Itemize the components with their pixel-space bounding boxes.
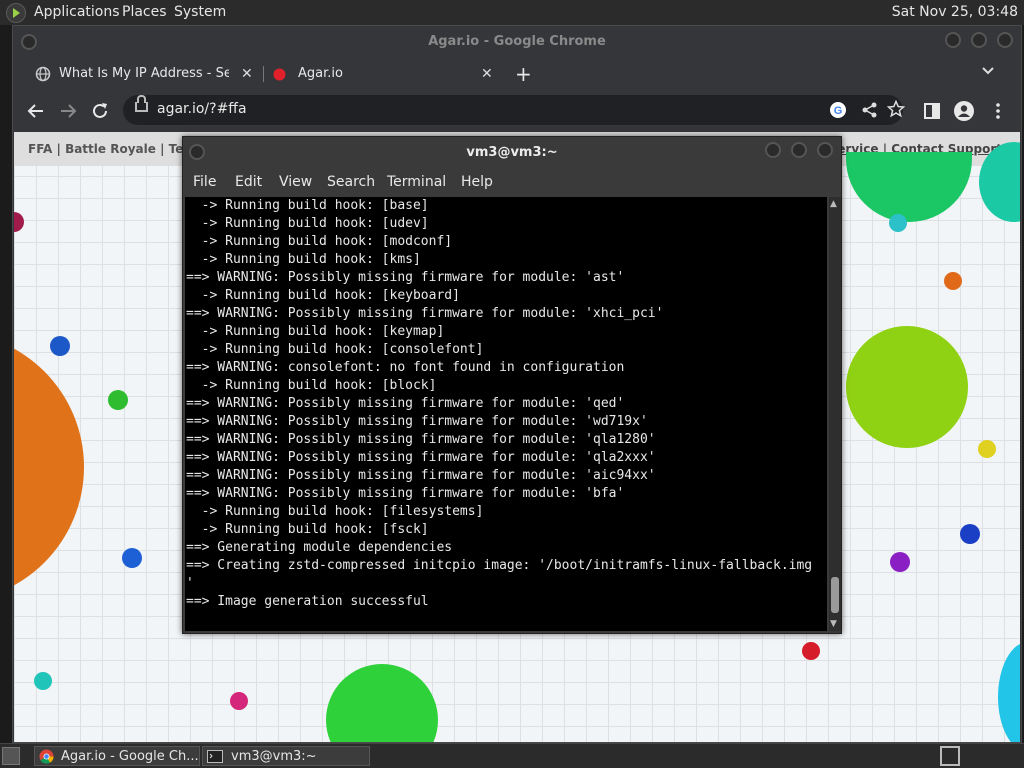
tab-search-chevron-icon[interactable] [981,66,995,76]
terminal-close-button[interactable] [817,142,833,158]
terminal-menu-bar: File Edit View Search Terminal Help [183,169,841,197]
share-icon[interactable] [861,101,879,119]
window-menu-button[interactable] [21,34,37,50]
taskbar-chrome[interactable]: Agar.io - Google Ch... [34,746,200,766]
terminal-icon [207,750,223,763]
show-desktop-icon[interactable] [2,747,20,765]
menu-terminal[interactable]: Terminal [387,174,446,190]
scrollbar-thumb[interactable] [831,577,839,613]
mode-battle-royale-link[interactable]: Battle Royale [65,142,156,156]
more-menu-icon[interactable] [987,100,1009,122]
pellet [50,336,70,356]
agar-favicon-icon [273,68,286,81]
terminal-output[interactable]: -> Running build hook: [base] -> Running… [185,197,827,631]
taskbar-terminal[interactable]: vm3@vm3:~ [202,746,370,766]
pellet [230,692,248,710]
pellet [122,548,142,568]
terminal-window-menu-button[interactable] [189,144,205,160]
gnome-logo-icon[interactable] [6,3,26,23]
pellet [944,272,962,290]
close-tab-icon[interactable]: ✕ [481,60,493,88]
player-cell [14,332,84,602]
url-text[interactable]: agar.io/?#ffa [157,101,247,117]
terminal-window: vm3@vm3:~ File Edit View Search Terminal… [182,136,842,634]
bottom-taskbar: Agar.io - Google Ch... vm3@vm3:~ [0,743,1024,768]
agar-mode-links: FFA | Battle Royale | Team [28,142,204,156]
menu-edit[interactable]: Edit [235,174,262,190]
pellet [890,552,910,572]
google-lens-icon[interactable]: G [829,101,847,119]
back-icon[interactable] [25,100,47,122]
new-tab-icon[interactable]: + [515,62,532,86]
applications-menu[interactable]: Applications [34,4,120,20]
svg-text:G: G [834,105,843,117]
menu-help[interactable]: Help [461,174,493,190]
pellet [108,390,128,410]
terminal-text: -> Running build hook: [base] -> Running… [186,198,813,609]
menu-search[interactable]: Search [327,174,375,190]
minimize-button[interactable] [945,32,961,48]
taskbar-label: Agar.io - Google Ch... [61,749,199,764]
scroll-up-arrow-icon[interactable]: ▲ [830,199,837,209]
chrome-logo-icon [39,749,54,764]
pellet [34,672,52,690]
tab-what-is-my-ip[interactable]: What Is My IP Address - See Y ✕ [27,60,262,88]
side-panel-icon[interactable] [921,100,943,122]
pellet [960,524,980,544]
food-cell [846,152,972,222]
maximize-button[interactable] [971,32,987,48]
food-cell [998,642,1020,742]
forward-icon[interactable] [57,100,79,122]
tab-label: Agar.io [298,66,343,81]
chrome-window-title: Agar.io - Google Chrome [428,34,606,49]
mode-ffa-link[interactable]: FFA [28,142,52,156]
terminal-maximize-button[interactable] [791,142,807,158]
pellet [978,440,996,458]
reload-icon[interactable] [89,100,111,122]
workspace-switcher-icon[interactable] [940,746,960,766]
pellet [14,212,24,232]
food-cell [846,326,968,448]
terminal-title: vm3@vm3:~ [466,145,558,160]
bookmark-star-icon[interactable] [887,100,905,118]
menu-file[interactable]: File [193,174,216,190]
taskbar-label: vm3@vm3:~ [231,749,317,764]
address-bar[interactable]: agar.io/?#ffa G [123,95,905,125]
terminal-scrollbar[interactable]: ▲ ▼ [829,197,841,631]
food-cell [326,664,438,742]
terminal-minimize-button[interactable] [765,142,781,158]
globe-icon [35,66,51,82]
tab-agar[interactable]: Agar.io ✕ [265,60,501,88]
scroll-down-arrow-icon[interactable]: ▼ [830,619,837,629]
profile-avatar-icon[interactable] [953,100,975,122]
menu-view[interactable]: View [279,174,312,190]
tab-label: What Is My IP Address - See Y [59,66,229,81]
places-menu[interactable]: Places [122,4,167,20]
pellet [802,642,820,660]
tab-separator [263,66,264,82]
pellet [889,214,907,232]
chrome-toolbar: agar.io/?#ffa G [13,90,1021,130]
lock-icon[interactable] [135,95,148,112]
system-menu[interactable]: System [174,4,226,20]
close-window-button[interactable] [997,32,1013,48]
clock[interactable]: Sat Nov 25, 03:48 [892,4,1018,20]
top-panel: Applications Places System Sat Nov 25, 0… [0,0,1024,25]
close-tab-icon[interactable]: ✕ [241,60,253,88]
